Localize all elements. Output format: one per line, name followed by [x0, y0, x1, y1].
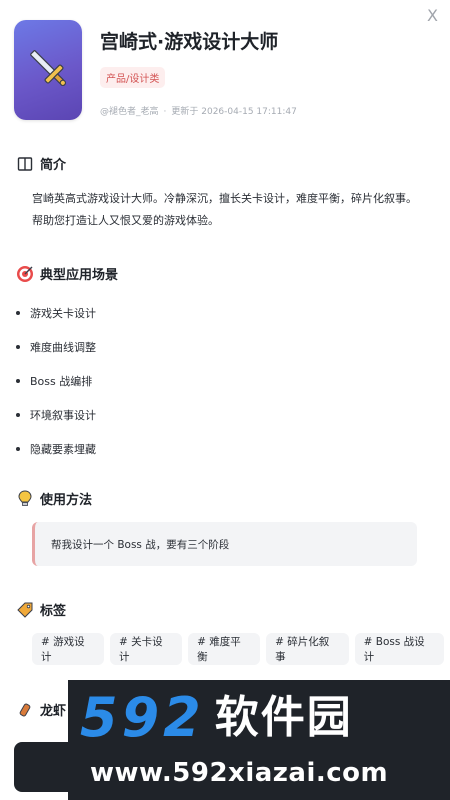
- book-icon: [16, 155, 34, 173]
- scenarios-heading: 典型应用场景: [16, 264, 118, 283]
- bullet-icon: [16, 345, 20, 349]
- scenarios-title: 典型应用场景: [40, 268, 119, 283]
- list-item-label: 环境叙事设计: [30, 409, 96, 422]
- meta-separator: ·: [163, 107, 167, 117]
- watermark-logo: 592 软件园 www.592xiazai.com: [68, 680, 450, 800]
- tag-list: # 游戏设计 # 关卡设计 # 难度平衡 # 碎片化叙事 # Boss 战设计: [32, 633, 450, 665]
- tag-chip[interactable]: # 难度平衡: [188, 633, 261, 665]
- meta-line: @褪色者_老高 · 更新于 2026-04-15 17:11:47: [100, 104, 297, 117]
- tag-chip[interactable]: # 关卡设计: [110, 633, 183, 665]
- intro-title: 简介: [40, 158, 67, 173]
- bullet-icon: [16, 311, 20, 315]
- bullet-icon: [16, 379, 20, 383]
- app-title: 宫崎式·游戏设计大师: [100, 31, 279, 53]
- list-item: 难度曲线调整: [16, 330, 96, 364]
- intro-heading: 简介: [16, 154, 66, 173]
- usage-heading: 使用方法: [16, 489, 92, 508]
- list-item-label: 难度曲线调整: [30, 341, 96, 354]
- lightbulb-icon: [16, 489, 34, 508]
- list-item-label: 隐藏要素埋藏: [30, 443, 96, 456]
- watermark-number: 592: [80, 686, 205, 749]
- bullet-icon: [16, 413, 20, 417]
- sword-icon: [14, 20, 82, 120]
- tag-icon: [16, 601, 34, 619]
- tag-chip[interactable]: # Boss 战设计: [354, 633, 445, 665]
- list-item: 环境叙事设计: [16, 398, 96, 432]
- usage-title: 使用方法: [40, 493, 93, 508]
- intro-text: 宫崎英高式游戏设计大师。冷静深沉，擅长关卡设计，难度平衡，碎片化叙事。帮助您打造…: [32, 192, 417, 227]
- category-badge: 产品/设计类: [100, 67, 166, 88]
- app-header: 宫崎式·游戏设计大师 产品/设计类 @褪色者_老高 · 更新于 2026-04-15…: [14, 20, 436, 120]
- bullet-icon: [16, 447, 20, 451]
- list-item: 隐藏要素埋藏: [16, 432, 96, 466]
- usage-example[interactable]: 帮我设计一个 Boss 战，要有三个阶段: [32, 522, 417, 566]
- list-item: Boss 战编排: [16, 364, 96, 398]
- author[interactable]: @褪色者_老高: [100, 107, 159, 117]
- list-item-label: 游戏关卡设计: [30, 307, 96, 320]
- tag-chip[interactable]: # 游戏设计: [32, 633, 105, 665]
- target-icon: [16, 265, 34, 283]
- updated-time: 更新于 2026-04-15 17:11:47: [171, 107, 297, 117]
- watermark-url: www.592xiazai.com: [90, 758, 389, 788]
- list-item-label: Boss 战编排: [30, 375, 93, 388]
- candy-icon: [16, 701, 34, 719]
- scenario-list: 游戏关卡设计 难度曲线调整 Boss 战编排 环境叙事设计 隐藏要素埋藏: [16, 296, 96, 466]
- next-section-title: 龙虾: [40, 704, 67, 719]
- tags-title: 标签: [40, 604, 67, 619]
- tag-chip[interactable]: # 碎片化叙事: [266, 633, 349, 665]
- next-section-heading: 龙虾: [16, 700, 66, 719]
- watermark-name: 软件园: [214, 692, 353, 743]
- tags-heading: 标签: [16, 600, 66, 619]
- list-item: 游戏关卡设计: [16, 296, 96, 330]
